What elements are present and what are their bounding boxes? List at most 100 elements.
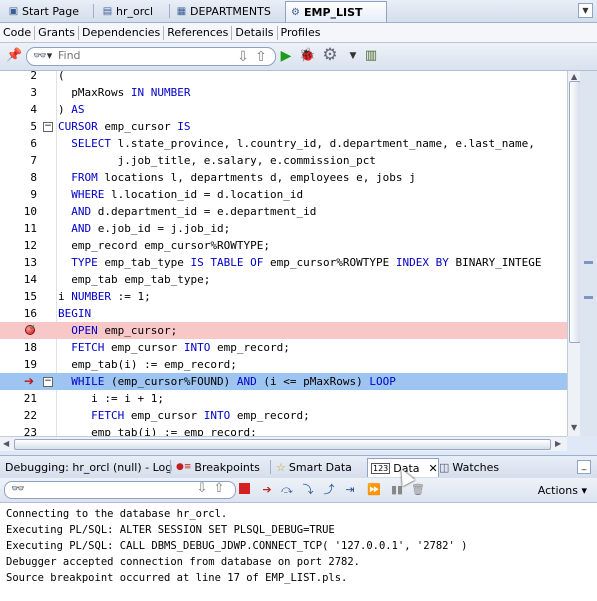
tab-start-page[interactable]: ▣ Start Page <box>4 2 83 21</box>
compile-gear-icon[interactable]: ⚙ <box>322 47 338 64</box>
actions-menu-button[interactable]: Actions ▾ <box>538 484 587 497</box>
tab-label: EMP_LIST <box>304 5 363 19</box>
step-to-end-icon[interactable]: ⇥ <box>343 483 357 497</box>
code-line[interactable]: 14 emp_tab emp_tab_type; <box>0 271 567 288</box>
line-number[interactable]: 9 <box>0 186 37 203</box>
line-number[interactable]: 16 <box>0 305 37 322</box>
find-next-icon[interactable]: ⇩ <box>235 49 251 65</box>
delete-icon[interactable]: 🗑 <box>411 483 425 497</box>
code-line[interactable]: 7 j.job_title, e.salary, e.commission_pc… <box>0 152 567 169</box>
binoculars-icon[interactable]: 👓▾ <box>33 49 52 62</box>
pin-icon[interactable]: 📌 <box>6 48 22 64</box>
find-previous-icon[interactable]: ⇧ <box>212 482 226 496</box>
line-number[interactable]: 14 <box>0 271 37 288</box>
code-line[interactable]: ➔ − WHILE (emp_cursor%FOUND) AND (i <= pM… <box>0 373 567 390</box>
overview-ruler[interactable] <box>580 71 597 436</box>
tab-list-dropdown[interactable]: ▼ <box>578 3 593 18</box>
compile-dropdown-icon[interactable]: ▼ <box>345 48 361 64</box>
code-editor[interactable]: 2(3 pMaxRows IN NUMBER 4) AS 5− CURSOR emp_… <box>0 71 567 436</box>
minimize-panel-icon[interactable]: _ <box>577 460 591 474</box>
line-number[interactable]: 5 <box>0 118 37 135</box>
debug-icon[interactable]: 🐞 <box>299 48 315 64</box>
tab-emp-list[interactable]: ⚙ EMP_LIST <box>285 1 387 22</box>
tab-departments[interactable]: ▦ DEPARTMENTS <box>172 2 275 21</box>
line-number[interactable]: 18 <box>0 339 37 356</box>
line-number[interactable]: 6 <box>0 135 37 152</box>
code-text: i := i + 1; <box>91 392 164 405</box>
tab-code[interactable]: Code <box>0 25 36 40</box>
find-execution-point-icon[interactable]: ➔ <box>260 483 274 497</box>
code-line[interactable]: 5− CURSOR emp_cursor IS <box>0 118 567 135</box>
code-line[interactable]: 12 emp_record emp_cursor%ROWTYPE; <box>0 237 567 254</box>
profile-icon[interactable]: ▥ <box>363 48 379 64</box>
line-number[interactable]: 8 <box>0 169 37 186</box>
line-number[interactable]: 13 <box>0 254 37 271</box>
code-line[interactable]: 22 FETCH emp_cursor INTO emp_record; <box>0 407 567 424</box>
step-into-icon[interactable]: ⤵ <box>301 483 315 497</box>
line-number[interactable]: 10 <box>0 203 37 220</box>
tab-dependencies[interactable]: Dependencies <box>79 25 165 40</box>
editor-horizontal-scrollbar[interactable]: ◀ ▶ <box>0 436 567 451</box>
line-number[interactable]: 3 <box>0 84 37 101</box>
code-line[interactable]: ✓ OPEN emp_cursor; <box>0 322 567 339</box>
code-line[interactable]: 2( <box>0 71 567 84</box>
line-number[interactable]: 15 <box>0 288 37 305</box>
resume-icon[interactable]: ⏩ <box>367 483 381 497</box>
scroll-up-arrow-icon[interactable]: ▲ <box>571 72 577 81</box>
tab-watches[interactable]: ◫ Watches <box>436 458 502 476</box>
tab-smart-data[interactable]: ☆ Smart Data <box>273 458 355 476</box>
line-number[interactable]: 7 <box>0 152 37 169</box>
horizontal-scroll-thumb[interactable] <box>14 439 551 450</box>
tab-grants[interactable]: Grants <box>35 25 79 40</box>
tab-hr-orcl[interactable]: ▤ hr_orcl <box>98 2 157 21</box>
tab-details[interactable]: Details <box>232 25 278 40</box>
step-out-icon[interactable]: ⤴ <box>322 483 336 497</box>
line-number[interactable]: 22 <box>0 407 37 424</box>
tab-references[interactable]: References <box>164 25 233 40</box>
code-line[interactable]: 13 TYPE emp_tab_type IS TABLE OF emp_cur… <box>0 254 567 271</box>
code-line[interactable]: 16 BEGIN <box>0 305 567 322</box>
code-text: j.job_title, e.salary, e.commission_pct <box>117 154 376 167</box>
tab-breakpoints[interactable]: ●≡ Breakpoints <box>173 458 263 476</box>
ruler-mark[interactable] <box>584 296 593 299</box>
find-next-icon[interactable]: ⇩ <box>195 482 209 496</box>
debug-log-output[interactable]: Connecting to the database hr_orcl. Exec… <box>0 503 597 601</box>
code-line[interactable]: 9 WHERE l.location_id = d.location_id <box>0 186 567 203</box>
code-line[interactable]: 10 AND d.department_id = e.department_id <box>0 203 567 220</box>
run-icon[interactable]: ▶ <box>278 48 294 64</box>
code-line[interactable]: 18 FETCH emp_cursor INTO emp_record; <box>0 339 567 356</box>
code-line[interactable]: 3 pMaxRows IN NUMBER <box>0 84 567 101</box>
editor-toolbar: 📌 👓▾ ⇩ ⇧ ▶ 🐞 ⚙ ▼ ▥ <box>0 43 597 71</box>
tab-profiles[interactable]: Profiles <box>278 26 324 40</box>
code-line[interactable]: 21 i := i + 1; <box>0 390 567 407</box>
terminate-icon[interactable] <box>237 483 251 497</box>
find-previous-icon[interactable]: ⇧ <box>253 49 269 65</box>
ruler-mark[interactable] <box>584 261 593 264</box>
find-input[interactable] <box>58 49 228 62</box>
code-text: ( <box>58 71 65 82</box>
line-number[interactable]: 19 <box>0 356 37 373</box>
line-number[interactable]: 21 <box>0 390 37 407</box>
breakpoint-icon[interactable]: ✓ <box>26 323 36 334</box>
code-line[interactable]: 11 AND e.job_id = j.job_id; <box>0 220 567 237</box>
scroll-right-arrow-icon[interactable]: ▶ <box>555 439 561 448</box>
line-number[interactable]: 12 <box>0 237 37 254</box>
fold-toggle-icon[interactable]: − <box>43 377 53 387</box>
binoculars-icon[interactable]: 👓 <box>11 482 25 495</box>
line-number[interactable]: 4 <box>0 101 37 118</box>
line-number[interactable]: 2 <box>0 71 37 84</box>
tab-debug-log[interactable]: Debugging: hr_orcl (null) - Log <box>2 458 175 476</box>
code-line[interactable]: 4) AS <box>0 101 567 118</box>
line-number[interactable]: 11 <box>0 220 37 237</box>
step-over-icon[interactable]: ⤼ <box>280 483 294 497</box>
fold-toggle-icon[interactable]: − <box>43 122 53 132</box>
code-line[interactable]: 19 emp_tab(i) := emp_record; <box>0 356 567 373</box>
code-line[interactable]: 8 FROM locations l, departments d, emplo… <box>0 169 567 186</box>
code-line[interactable]: 6 SELECT l.state_province, l.country_id,… <box>0 135 567 152</box>
line-number[interactable]: 23 <box>0 424 37 436</box>
scroll-down-arrow-icon[interactable]: ▼ <box>571 423 577 432</box>
editor-vertical-scrollbar[interactable]: ▲ ▼ <box>567 71 581 436</box>
code-line[interactable]: 15 i NUMBER := 1; <box>0 288 567 305</box>
code-line[interactable]: 23 emp_tab(i) := emp_record; <box>0 424 567 436</box>
scroll-left-arrow-icon[interactable]: ◀ <box>3 439 9 448</box>
